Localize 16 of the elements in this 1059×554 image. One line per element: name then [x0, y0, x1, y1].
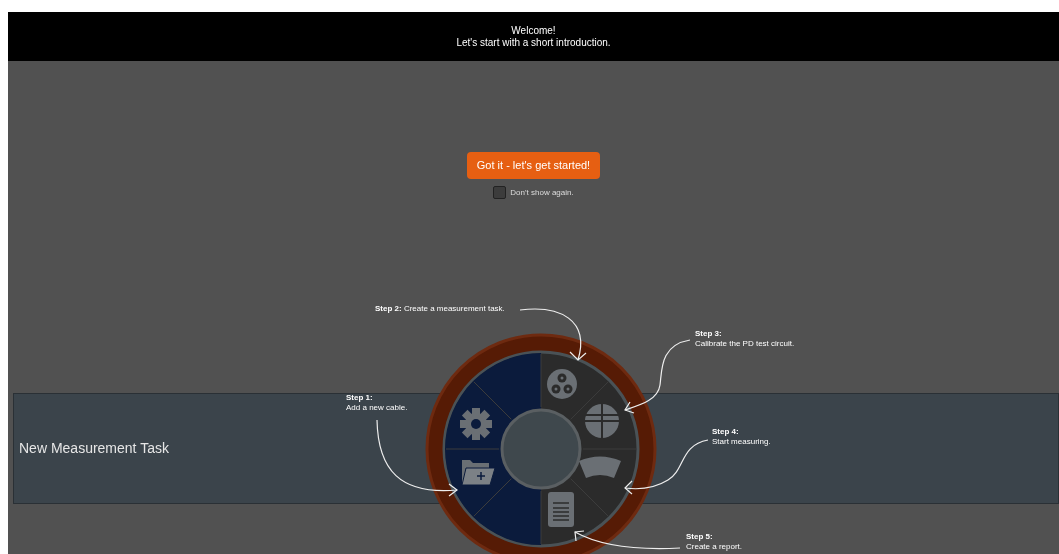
task-title: New Measurement Task: [19, 439, 169, 458]
step-title: Step 3:: [695, 329, 723, 339]
step-title: Step 1:: [346, 393, 374, 403]
step-caption: Calibrate the PD test circuit.: [695, 339, 795, 349]
step-title: Step 5:: [686, 532, 714, 542]
checkbox[interactable]: [493, 186, 507, 199]
step-caption: Start measuring.: [712, 437, 771, 447]
start-button[interactable]: Got it - let's get started!: [467, 152, 600, 179]
step-title: Step 4:: [712, 427, 740, 437]
checkbox-label: Don't show again.: [510, 187, 574, 198]
header-subtitle: Let's start with a short introduction.: [456, 36, 611, 49]
step-caption: Create a report.: [686, 542, 743, 552]
arrow: [519, 308, 587, 361]
step-caption: Step 2: Create a measurement task.: [375, 304, 505, 314]
header-title: Welcome!: [511, 24, 556, 37]
step-caption: Add a new cable.: [346, 403, 408, 413]
